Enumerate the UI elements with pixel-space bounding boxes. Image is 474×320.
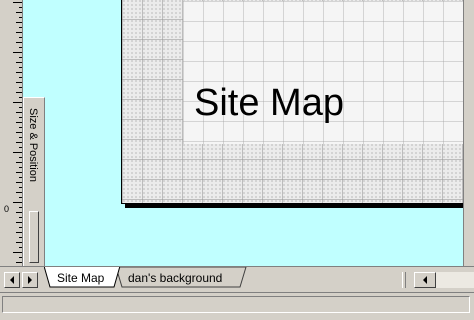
vertical-scrollbar-edge[interactable] [463,0,474,266]
vertical-ruler[interactable]: 0 [0,0,23,266]
panel-scroll-thumb[interactable] [29,211,39,263]
drawing-page[interactable]: Site Map [121,0,463,204]
horizontal-scrollbar[interactable] [402,272,474,288]
tab-split-handle[interactable] [402,272,406,288]
size-position-panel-title[interactable]: Size & Position [27,108,39,182]
page-tab-bar: dan's background Site Map [0,266,474,292]
tab-label: dan's background [128,271,223,285]
right-arrow-icon [28,276,32,284]
tab-label: Site Map [57,271,105,285]
drawing-canvas[interactable]: Site Map [23,0,463,266]
page-shadow-bottom [125,204,463,208]
tab-site-map[interactable]: Site Map [44,267,122,289]
ruler-zero-label: 0 [4,204,10,214]
tab-dans-background[interactable]: dan's background [116,267,248,289]
scrollbar-track[interactable] [436,272,474,288]
site-map-title[interactable]: Site Map [194,84,344,122]
status-bar-panel [2,296,470,313]
size-position-panel[interactable]: Size & Position [23,97,45,266]
left-arrow-icon [10,276,14,284]
scroll-left-button[interactable] [414,272,436,288]
tab-prev-button[interactable] [4,272,20,288]
ruler-ticks [13,2,22,263]
left-arrow-icon [423,276,427,284]
status-bar [0,292,474,320]
tab-next-button[interactable] [22,272,38,288]
